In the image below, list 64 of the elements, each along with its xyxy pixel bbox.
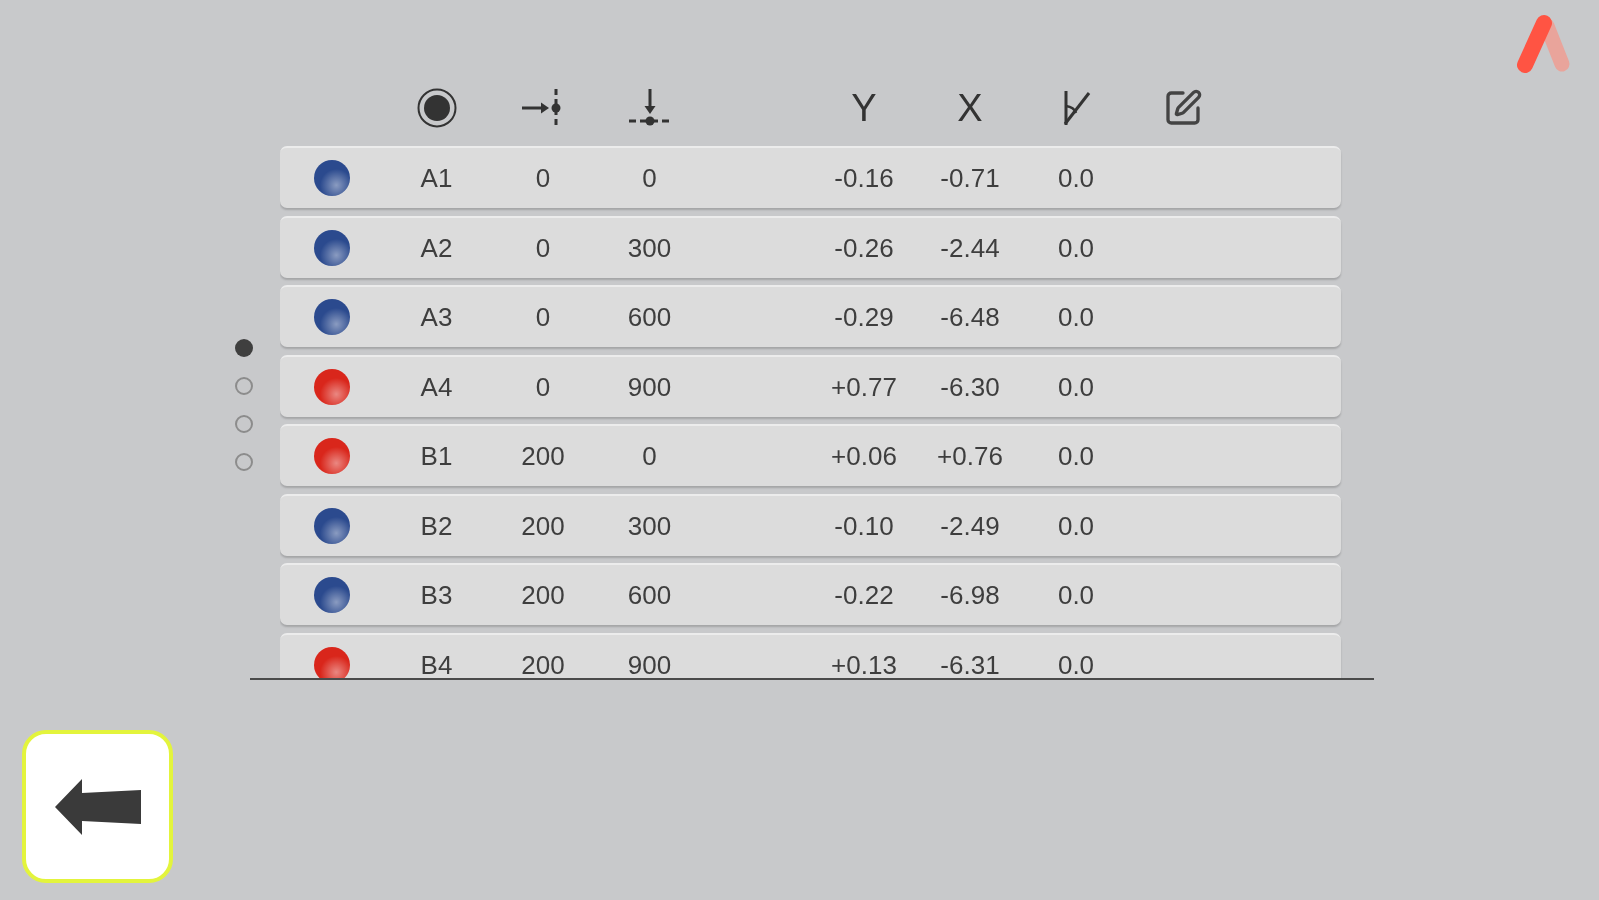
angle-icon (1061, 90, 1091, 126)
down-arrow-to-line-icon (627, 88, 672, 128)
table-cell: 600 (627, 580, 672, 610)
table-cell: A3 (420, 302, 453, 332)
table-cell: B4 (420, 649, 453, 678)
table-cell: 0.0 (1057, 302, 1095, 332)
table-cell: -2.49 (940, 510, 1000, 541)
table-cell: -6.98 (940, 580, 1000, 610)
edit-icon[interactable] (1163, 88, 1203, 128)
table-cell: A1 (420, 163, 453, 193)
table-cell: 0.0 (1057, 163, 1095, 193)
table-cell: -2.44 (940, 232, 1000, 263)
column-header: X (957, 88, 983, 128)
table-row[interactable]: A1 0 0 -0.16 -0.71 0.0 (280, 146, 1341, 208)
table-cell: 0 (535, 302, 551, 332)
table-cell: 900 (627, 649, 672, 678)
logo (1514, 14, 1572, 74)
table-cell: +0.13 (831, 649, 897, 678)
table-row[interactable]: B3 200 600 -0.22 -6.98 0.0 (280, 563, 1341, 625)
table-cell: +0.77 (831, 371, 897, 402)
table-row[interactable]: B2 200 300 -0.10 -2.49 0.0 (280, 493, 1341, 556)
table-row[interactable]: B1 200 0 +0.06 +0.76 0.0 (280, 424, 1341, 486)
table-cell: -0.71 (940, 163, 1000, 193)
table-cell: -6.30 (940, 371, 1000, 402)
table-cell: 300 (627, 232, 672, 263)
table-cell: -0.16 (834, 163, 894, 193)
table-cell: 0 (535, 371, 551, 402)
table-cell: 0 (535, 163, 551, 193)
table-row[interactable]: A2 0 300 -0.26 -2.44 0.0 (280, 215, 1341, 278)
table-cell: +0.76 (937, 441, 1003, 471)
target-icon (416, 88, 457, 128)
table-cell: 0.0 (1057, 649, 1095, 678)
table-cell: -6.31 (940, 649, 1000, 678)
column-header: Y (851, 88, 877, 128)
table-cell: 600 (627, 302, 672, 332)
table-cell: B1 (420, 441, 453, 471)
table-cell: -0.10 (834, 510, 894, 541)
table-cell: -6.48 (940, 302, 1000, 332)
table-row[interactable]: B4 200 900 +0.13 -6.31 0.0 (280, 632, 1341, 678)
table-cell: B3 (420, 580, 453, 610)
table-cell: -0.22 (834, 580, 894, 610)
table-cell: 0.0 (1057, 371, 1095, 402)
table-cell: 0 (642, 441, 657, 471)
table-cell: B2 (420, 510, 453, 541)
table-cell: 0.0 (1057, 580, 1095, 610)
table-cell: 0.0 (1057, 232, 1095, 263)
table-cell: 0 (642, 163, 657, 193)
table-cell: 200 (521, 510, 565, 541)
table-cell: 900 (627, 371, 672, 402)
table-cell: 0.0 (1057, 441, 1095, 471)
table-cell: -0.29 (834, 302, 894, 332)
table-cell: +0.06 (831, 441, 897, 471)
table-cell: 200 (521, 441, 565, 471)
table-cell: 0 (535, 232, 551, 263)
table-cell: A4 (420, 371, 453, 402)
table-cell: 0.0 (1057, 510, 1095, 541)
table-cell: 200 (521, 580, 565, 610)
table-row[interactable]: A3 0 600 -0.29 -6.48 0.0 (280, 285, 1341, 347)
table-cell: 200 (521, 649, 565, 678)
back-button[interactable] (22, 730, 173, 883)
table-cell: A2 (420, 232, 453, 263)
table-row[interactable]: A4 0 900 +0.77 -6.30 0.0 (280, 354, 1341, 417)
table-cell: 300 (627, 510, 672, 541)
table-cell: -0.26 (834, 232, 894, 263)
